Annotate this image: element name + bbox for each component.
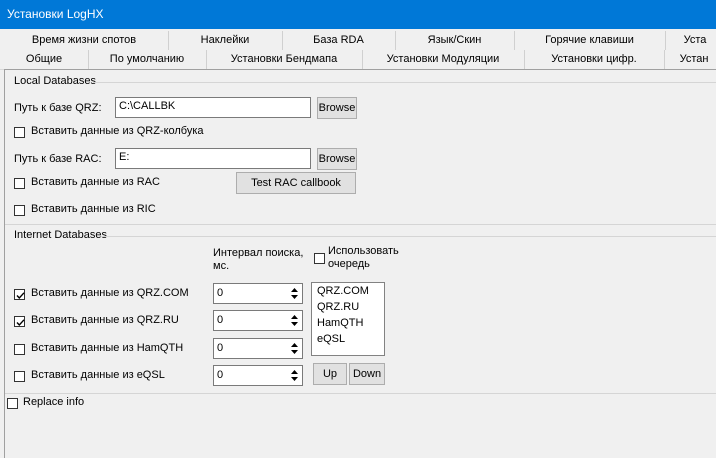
list-item[interactable]: HamQTH [317, 317, 363, 329]
settings-panel: Local Databases Путь к базе QRZ: C:\CALL… [4, 69, 716, 458]
eqsl-interval-spinner[interactable]: 0 [213, 365, 303, 386]
tab-row-2: Общие По умолчанию Установки Бендмапа Ус… [0, 50, 716, 70]
local-databases-label: Local Databases [14, 75, 96, 87]
interval-label-line2: мс. [213, 260, 230, 272]
tab-more-1[interactable]: Уста [665, 31, 716, 50]
use-queue-checkbox[interactable] [314, 253, 325, 264]
tab-digital-settings[interactable]: Установки цифр. [524, 50, 665, 69]
qrz-path-label: Путь к базе QRZ: [14, 102, 102, 114]
qrzcom-label: Вставить данные из QRZ.COM [31, 287, 189, 299]
tab-spot-lifetime[interactable]: Время жизни спотов [0, 31, 169, 50]
local-group-divider [93, 82, 716, 83]
tab-hotkeys[interactable]: Горячие клавиши [514, 31, 666, 50]
browse-qrz-button[interactable]: Browse [317, 97, 357, 119]
rac-path-input[interactable]: E: [115, 148, 311, 169]
rac-checkbox[interactable] [14, 178, 25, 189]
tab-bandmap-settings[interactable]: Установки Бендмапа [206, 50, 363, 69]
spinner-arrows-icon[interactable] [290, 341, 299, 356]
qrz-callbook-checkbox[interactable] [14, 127, 25, 138]
list-item[interactable]: QRZ.RU [317, 301, 359, 313]
ric-label: Вставить данные из RIC [31, 203, 156, 215]
interval-label-line1: Интервал поиска, [213, 247, 304, 259]
move-down-button[interactable]: Down [349, 363, 385, 385]
qrzru-interval-spinner[interactable]: 0 [213, 310, 303, 331]
tab-rda-base[interactable]: База RDA [282, 31, 396, 50]
tab-stickers[interactable]: Наклейки [168, 31, 283, 50]
spinner-arrows-icon[interactable] [290, 286, 299, 301]
title-bar: Установки LogHX [0, 0, 716, 29]
replace-info-checkbox[interactable] [7, 398, 18, 409]
qrzcom-interval-value: 0 [217, 287, 224, 299]
browse-rac-button[interactable]: Browse [317, 148, 357, 170]
test-rac-button[interactable]: Test RAC callbook [236, 172, 356, 194]
tab-modulation-settings[interactable]: Установки Модуляции [362, 50, 525, 69]
checkmark-icon [16, 319, 25, 327]
move-up-button[interactable]: Up [313, 363, 347, 385]
rac-label: Вставить данные из RAC [31, 176, 160, 188]
section-divider [5, 393, 716, 394]
tab-defaults[interactable]: По умолчанию [88, 50, 207, 69]
qrzru-interval-value: 0 [217, 314, 224, 326]
eqsl-interval-value: 0 [217, 369, 224, 381]
window-title: Установки LogHX [7, 7, 104, 21]
section-divider [5, 224, 716, 225]
list-item[interactable]: QRZ.COM [317, 285, 369, 297]
hamqth-label: Вставить данные из HamQTH [31, 342, 184, 354]
tab-more-2[interactable]: Устан [664, 50, 716, 69]
eqsl-checkbox[interactable] [14, 371, 25, 382]
hamqth-interval-spinner[interactable]: 0 [213, 338, 303, 359]
checkmark-icon [16, 292, 25, 300]
qrz-path-input[interactable]: C:\CALLBK [115, 97, 311, 118]
tab-language-skin[interactable]: Язык/Скин [395, 31, 515, 50]
internet-group-divider [101, 236, 716, 237]
ric-checkbox[interactable] [14, 205, 25, 216]
tab-row-1: Время жизни спотов Наклейки База RDA Язы… [0, 31, 716, 51]
replace-info-label: Replace info [23, 396, 85, 408]
tab-general[interactable]: Общие [0, 50, 89, 69]
qrzcom-checkbox[interactable] [14, 289, 25, 300]
internet-databases-label: Internet Databases [14, 229, 107, 241]
use-queue-label-line2: очередь [328, 258, 370, 270]
rac-path-label: Путь к базе RAC: [14, 153, 102, 165]
spinner-arrows-icon[interactable] [290, 313, 299, 328]
use-queue-label-line1: Использовать [328, 245, 399, 257]
list-item[interactable]: eQSL [317, 333, 345, 345]
eqsl-label: Вставить данные из eQSL [31, 369, 165, 381]
spinner-arrows-icon[interactable] [290, 368, 299, 383]
qrzru-checkbox[interactable] [14, 316, 25, 327]
qrz-callbook-label: Вставить данные из QRZ-колбука [31, 125, 204, 137]
qrzcom-interval-spinner[interactable]: 0 [213, 283, 303, 304]
hamqth-checkbox[interactable] [14, 344, 25, 355]
hamqth-interval-value: 0 [217, 342, 224, 354]
database-order-list[interactable]: QRZ.COM QRZ.RU HamQTH eQSL [311, 282, 385, 356]
qrzru-label: Вставить данные из QRZ.RU [31, 314, 179, 326]
